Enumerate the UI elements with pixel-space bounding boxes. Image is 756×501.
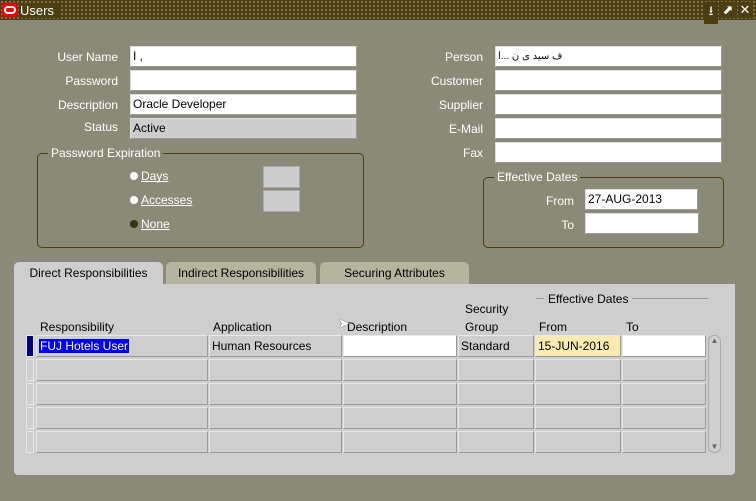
cell-application[interactable] bbox=[209, 359, 342, 381]
description-header: Description bbox=[347, 320, 408, 334]
days-label[interactable]: Days bbox=[141, 169, 168, 183]
cell-responsibility[interactable]: FUJ Hotels User bbox=[36, 335, 208, 357]
cell-to[interactable] bbox=[622, 431, 706, 453]
window-title: Users bbox=[20, 3, 60, 18]
cell-to[interactable] bbox=[622, 359, 706, 381]
cell-from[interactable] bbox=[535, 431, 621, 453]
cell-from[interactable] bbox=[535, 359, 621, 381]
cell-responsibility[interactable] bbox=[36, 431, 208, 453]
row-indicator[interactable] bbox=[26, 407, 34, 429]
tab-indirect-responsibilities[interactable]: Indirect Responsibilities bbox=[166, 262, 316, 285]
cell-application[interactable]: Human Resources bbox=[209, 335, 342, 357]
cell-text: Human Resources bbox=[212, 339, 312, 353]
cell-to[interactable] bbox=[622, 407, 706, 429]
to-label: To bbox=[561, 218, 574, 232]
tab-direct-responsibilities[interactable]: Direct Responsibilities bbox=[14, 262, 163, 286]
cell-description[interactable] bbox=[343, 335, 457, 357]
maximize-icon[interactable]: ⬈ bbox=[721, 2, 735, 18]
cell-responsibility[interactable] bbox=[36, 407, 208, 429]
responsibility-header: Responsibility bbox=[40, 320, 115, 334]
none-label[interactable]: None bbox=[141, 217, 170, 231]
cell-from[interactable] bbox=[535, 407, 621, 429]
row-indicator[interactable] bbox=[26, 431, 34, 453]
customer-field[interactable] bbox=[495, 70, 722, 91]
accesses-radio[interactable] bbox=[129, 195, 139, 205]
tab-securing-attributes[interactable]: Securing Attributes bbox=[320, 262, 469, 285]
none-radio[interactable] bbox=[129, 219, 139, 229]
application-header: Application bbox=[213, 320, 272, 334]
password-expiration-group bbox=[37, 153, 364, 248]
cell-description[interactable] bbox=[343, 383, 457, 405]
user-name-label: User Name bbox=[57, 50, 118, 64]
password-expiration-title: Password Expiration bbox=[48, 146, 164, 160]
cell-security-group[interactable] bbox=[458, 407, 534, 429]
days-radio[interactable] bbox=[129, 171, 139, 181]
cell-responsibility[interactable] bbox=[36, 383, 208, 405]
password-field[interactable] bbox=[130, 70, 357, 91]
cell-security-group[interactable] bbox=[458, 431, 534, 453]
accesses-field[interactable] bbox=[263, 190, 300, 212]
mouse-cursor-icon: ➤ bbox=[338, 315, 350, 331]
row-indicator[interactable] bbox=[26, 335, 34, 357]
fax-label: Fax bbox=[462, 146, 483, 160]
user-name-field[interactable]: I , bbox=[130, 46, 357, 67]
close-icon[interactable]: ✕ bbox=[738, 2, 752, 18]
person-field[interactable]: ف سید ی ن ...ا bbox=[495, 46, 722, 67]
to-header: To bbox=[626, 320, 639, 334]
cell-description[interactable] bbox=[343, 431, 457, 453]
accesses-label[interactable]: Accesses bbox=[141, 193, 192, 207]
cell-security-group[interactable]: Standard bbox=[458, 335, 534, 357]
title-bar bbox=[0, 0, 756, 20]
cell-description[interactable] bbox=[343, 359, 457, 381]
vertical-scrollbar[interactable]: ▲ ▼ bbox=[708, 335, 721, 453]
cell-to[interactable] bbox=[622, 335, 706, 357]
email-field[interactable] bbox=[495, 118, 722, 139]
cell-to[interactable] bbox=[622, 383, 706, 405]
cell-text: 15-JUN-2016 bbox=[538, 339, 610, 353]
cell-text: FUJ Hotels User bbox=[39, 339, 130, 353]
scroll-up-icon[interactable]: ▲ bbox=[709, 336, 720, 345]
cell-from[interactable]: 15-JUN-2016 bbox=[535, 335, 621, 357]
row-indicator[interactable] bbox=[26, 359, 34, 381]
status-field: Active bbox=[130, 118, 357, 139]
customer-label: Customer bbox=[430, 74, 483, 88]
cell-security-group[interactable] bbox=[458, 359, 534, 381]
table-effective-dates-header: Effective Dates bbox=[544, 292, 633, 306]
status-label: Status bbox=[83, 120, 118, 134]
effective-dates-title: Effective Dates bbox=[494, 170, 581, 184]
supplier-label: Supplier bbox=[438, 98, 483, 112]
person-label: Person bbox=[444, 50, 483, 64]
security-header-line2: Group bbox=[465, 320, 499, 334]
from-label: From bbox=[546, 194, 574, 208]
cell-application[interactable] bbox=[209, 431, 342, 453]
days-field[interactable] bbox=[263, 166, 300, 188]
cell-from[interactable] bbox=[535, 383, 621, 405]
cell-application[interactable] bbox=[209, 407, 342, 429]
effective-from-field[interactable]: 27-AUG-2013 bbox=[585, 189, 698, 210]
email-label: E-Mail bbox=[448, 122, 483, 136]
security-header-line1: Security bbox=[465, 302, 509, 316]
effective-to-field[interactable] bbox=[585, 213, 699, 234]
description-field[interactable]: Oracle Developer bbox=[130, 94, 357, 115]
minimize-icon[interactable]: ⭳ bbox=[704, 2, 718, 24]
from-header: From bbox=[539, 320, 567, 334]
cell-security-group[interactable] bbox=[458, 383, 534, 405]
fax-field[interactable] bbox=[495, 142, 722, 163]
cell-text: Standard bbox=[461, 339, 510, 353]
cell-description[interactable] bbox=[343, 407, 457, 429]
password-label: Password bbox=[65, 74, 118, 88]
scroll-down-icon[interactable]: ▼ bbox=[709, 442, 720, 451]
cell-application[interactable] bbox=[209, 383, 342, 405]
description-label: Description bbox=[57, 98, 118, 112]
cell-responsibility[interactable] bbox=[36, 359, 208, 381]
oracle-logo-icon bbox=[2, 3, 18, 17]
row-indicator[interactable] bbox=[26, 383, 34, 405]
supplier-field[interactable] bbox=[495, 94, 722, 115]
